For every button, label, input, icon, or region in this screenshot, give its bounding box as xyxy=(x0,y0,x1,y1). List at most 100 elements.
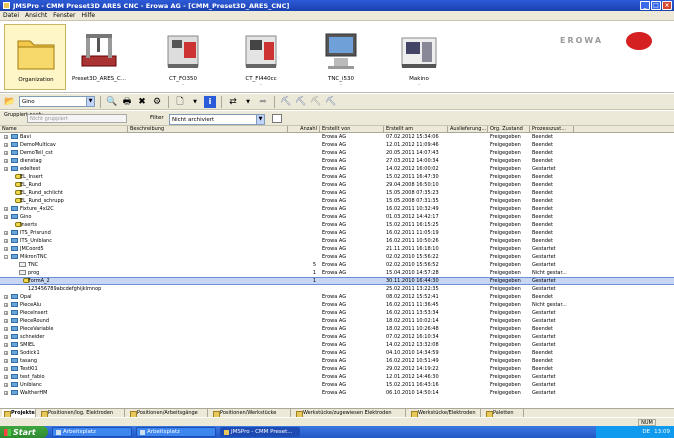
expand-toggle-icon[interactable]: - xyxy=(4,255,8,259)
machine-makino[interactable]: Makino - xyxy=(388,24,450,90)
machine-ct-fi440cc[interactable]: CT_FI440cc - xyxy=(230,24,292,90)
print-icon[interactable]: 🖶 xyxy=(121,96,133,108)
robot-load-icon[interactable]: ⛏ xyxy=(280,96,292,108)
table-row[interactable]: + edeltest Erowa AG 14.02.2012 16:00:02 Frei… xyxy=(0,166,674,172)
expand-toggle-icon[interactable]: + xyxy=(4,327,8,331)
move-icon[interactable]: ➦ xyxy=(257,96,269,108)
expand-toggle-icon[interactable]: + xyxy=(4,319,8,323)
expand-toggle-icon[interactable]: + xyxy=(4,351,8,355)
expand-toggle-icon[interactable]: + xyxy=(4,143,8,147)
table-row[interactable]: + SMIEL Erowa AG 14.02.2012 13:32:08 Freigeg… xyxy=(0,342,674,348)
menu-ansicht[interactable]: Ansicht xyxy=(25,12,47,19)
table-row[interactable]: FormA_2 1 30.11.2010 16:44:30 Freigegeben Ge… xyxy=(0,277,674,285)
chevron-down-icon[interactable]: ▼ xyxy=(256,115,264,124)
project-combo[interactable]: Gino ▼ xyxy=(19,96,95,107)
info-icon[interactable]: i xyxy=(204,95,216,108)
expand-toggle-icon[interactable]: + xyxy=(4,247,8,251)
table-row[interactable]: + Uniblanc Erowa AG 15.02.2011 16:43:16 Frei… xyxy=(0,382,674,388)
table-row[interactable]: + ITS_Prisrund Erowa AG 16.02.2011 11:05:19… xyxy=(0,230,674,236)
table-row[interactable]: 123456789abcdefghijklmnop 25.02.2011 13:2… xyxy=(0,286,674,292)
table-row[interactable]: + DemoMulticav Erowa AG 12.01.2012 11:09:46… xyxy=(0,142,674,148)
expand-toggle-icon[interactable]: + xyxy=(4,359,8,363)
expand-toggle-icon[interactable]: + xyxy=(4,231,8,235)
group-select[interactable]: Nicht gruppiert xyxy=(27,114,127,123)
table-row[interactable]: + test_fabio Erowa AG 12.01.2012 14:46:30 Fr… xyxy=(0,374,674,380)
machine-ct-fo350[interactable]: CT_FO350- xyxy=(152,24,214,90)
expand-toggle-icon[interactable]: + xyxy=(4,167,8,171)
table-row[interactable]: + TestKl1 Erowa AG 29.02.2012 14:19:22 Freig… xyxy=(0,366,674,372)
filter-select[interactable]: Nicht archiviert ▼ xyxy=(169,114,265,125)
table-row[interactable]: + PieceVariable Erowa AG 18.02.2011 10:26:4… xyxy=(0,326,674,332)
menu-fenster[interactable]: Fenster xyxy=(53,12,75,19)
robot-unload-icon[interactable]: ⛏ xyxy=(295,96,307,108)
close-button[interactable]: × xyxy=(662,1,672,10)
table-row[interactable]: + tasang Erowa AG 16.02.2012 10:51:49 Freige… xyxy=(0,358,674,364)
expand-toggle-icon[interactable]: + xyxy=(4,367,8,371)
table-row[interactable]: + dienstag Erowa AG 27.03.2012 14:00:34 Frei… xyxy=(0,158,674,164)
table-row[interactable]: + Fixture_4xl2C Erowa AG 16.02.2011 10:32:4… xyxy=(0,206,674,212)
table-row[interactable]: Inserts Erowa AG 15.02.2011 16:15:25 Freige… xyxy=(0,222,674,228)
table-row[interactable]: + WaltherHM Erowa AG 06.10.2010 14:50:14 Fre… xyxy=(0,390,674,396)
table-row[interactable]: + JMCoord5 Erowa AG 21.11.2011 16:18:10 Frei… xyxy=(0,246,674,252)
table-row[interactable]: EL_Rund_schlicht Erowa AG 15.05.2008 07:35… xyxy=(0,190,674,196)
search-icon[interactable]: 🔍 xyxy=(106,96,118,108)
robot-home-icon[interactable]: ⛏ xyxy=(325,96,337,108)
table-row[interactable]: EL_Rund Erowa AG 29.04.2008 16:50:10 Freige… xyxy=(0,182,674,188)
table-row[interactable]: + Bavi Erowa AG 07.02.2012 15:34:06 Freigege… xyxy=(0,134,674,140)
chevron-down-icon[interactable]: ▼ xyxy=(86,97,94,106)
expand-toggle-icon[interactable]: + xyxy=(4,159,8,163)
robot-move-icon[interactable]: ⛏ xyxy=(310,96,322,108)
properties-icon[interactable]: ⚙ xyxy=(151,96,163,108)
open-folder-icon[interactable]: 📂 xyxy=(4,96,16,108)
expand-toggle-icon[interactable]: + xyxy=(4,311,8,315)
menu-datei[interactable]: Datei xyxy=(3,12,19,19)
expand-toggle-icon[interactable]: + xyxy=(4,391,8,395)
col-count[interactable]: Anzahl xyxy=(288,126,320,133)
expand-toggle-icon[interactable]: + xyxy=(4,151,8,155)
taskbar-item-arbeitsplatz[interactable]: Arbeitsplatz xyxy=(52,427,132,437)
transfer-icon[interactable]: ⇄ xyxy=(227,96,239,108)
col-description[interactable]: Beschreibung xyxy=(128,126,288,133)
expand-toggle-icon[interactable]: + xyxy=(4,383,8,387)
maximize-button[interactable]: □ xyxy=(651,1,661,10)
expand-toggle-icon[interactable]: + xyxy=(4,215,8,219)
language-indicator[interactable]: DE xyxy=(642,429,650,435)
table-row[interactable]: + schneider Erowa AG 07.02.2012 16:10:34 Fre… xyxy=(0,334,674,340)
table-row[interactable]: TNC 5 Erowa AG 02.02.2010 15:56:52 Freigegeb… xyxy=(0,262,674,268)
table-row[interactable]: + Sodick1 Erowa AG 04.10.2010 14:34:59 Freig… xyxy=(0,350,674,356)
table-row[interactable]: - MikronTNC Erowa AG 02.02.2010 15:56:22 Fre… xyxy=(0,254,674,260)
taskbar-item-jmspro[interactable]: JMSPro - CMM Preset... xyxy=(220,427,300,437)
filter-edit-icon[interactable] xyxy=(272,114,282,123)
expand-toggle-icon[interactable]: + xyxy=(4,343,8,347)
expand-toggle-icon[interactable]: + xyxy=(4,375,8,379)
table-row[interactable]: + PieceInsert Erowa AG 16.02.2011 13:53:34 F… xyxy=(0,310,674,316)
machine-organization[interactable]: Organization xyxy=(4,24,66,90)
chevron-down-icon[interactable]: ▼ xyxy=(242,96,254,108)
expand-toggle-icon[interactable]: + xyxy=(4,239,8,243)
taskbar-item-arbeitsplatz-2[interactable]: Arbeitsplatz xyxy=(136,427,216,437)
table-row[interactable]: EL_Insert Erowa AG 15.02.2011 16:47:30 Frei… xyxy=(0,174,674,180)
new-document-icon[interactable]: 🗋 xyxy=(174,96,186,108)
table-row[interactable]: + Opal Erowa AG 08.02.2012 15:52:41 Freigege… xyxy=(0,294,674,300)
chevron-down-icon[interactable]: ▼ xyxy=(189,96,201,108)
expand-toggle-icon[interactable]: + xyxy=(4,303,8,307)
col-delivery[interactable]: Auslieferung... xyxy=(448,126,488,133)
expand-toggle-icon[interactable]: + xyxy=(4,295,8,299)
table-row[interactable]: EL_Rund_schrupp Erowa AG 15.05.2008 07:31:… xyxy=(0,198,674,204)
col-name[interactable]: Name xyxy=(0,126,128,133)
col-org-state[interactable]: Org. Zustand xyxy=(488,126,530,133)
table-row[interactable]: + ITS_Uniblanc Erowa AG 16.02.2011 10:50:26… xyxy=(0,238,674,244)
col-process-state[interactable]: Prozesszust... xyxy=(530,126,574,133)
table-row[interactable]: + PieceAlu Erowa AG 16.02.2011 11:36:45 Frei… xyxy=(0,302,674,308)
machine-preset3d[interactable]: Preset3D_ARES_C... xyxy=(68,24,130,90)
machine-tnc-i530[interactable]: TNC_i530- xyxy=(310,24,372,90)
table-row[interactable]: prog 1 Erowa AG 15.04.2010 14:57:28 Freigege… xyxy=(0,270,674,276)
delete-icon[interactable]: ✖ xyxy=(136,96,148,108)
table-row[interactable]: + Gino Erowa AG 01.03.2012 14:42:17 Freigege… xyxy=(0,214,674,220)
col-created-at[interactable]: Erstellt am xyxy=(384,126,448,133)
start-button[interactable]: Start xyxy=(0,426,48,438)
expand-toggle-icon[interactable]: + xyxy=(4,135,8,139)
expand-toggle-icon[interactable]: + xyxy=(4,207,8,211)
table-row[interactable]: + DemoTeil_cst Erowa AG 20.05.2011 14:07:43… xyxy=(0,150,674,156)
menu-hilfe[interactable]: Hilfe xyxy=(81,12,95,19)
